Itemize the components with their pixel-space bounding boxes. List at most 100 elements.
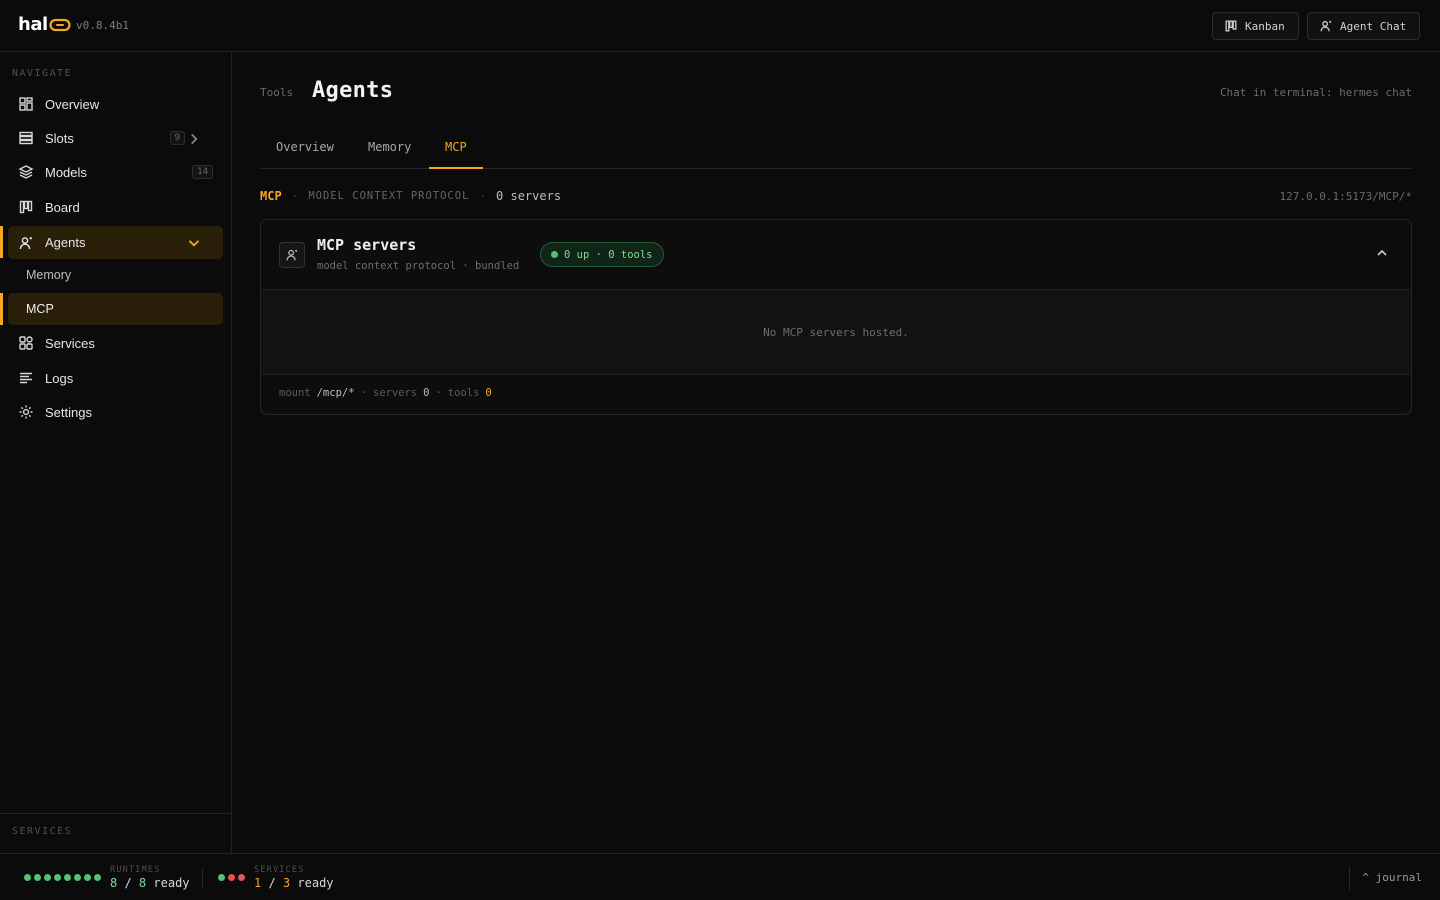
runtimes-label: RUNTIMES — [110, 865, 161, 875]
runtime-dot — [84, 874, 91, 881]
breadcrumb[interactable]: Tools — [260, 86, 293, 99]
sidebar-item-models[interactable]: Models 14 — [8, 156, 223, 188]
agent-icon — [19, 236, 32, 249]
runtimes-total: 8 — [138, 876, 147, 890]
tools-value: 0 — [485, 387, 492, 399]
runtime-dot — [34, 874, 41, 881]
sidebar-item-label: Services — [45, 335, 95, 351]
chevron-up-icon[interactable] — [1375, 246, 1389, 260]
status-dot-icon — [551, 251, 558, 258]
services-section-label: SERVICES — [12, 826, 73, 837]
sidebar-item-agents[interactable]: Agents — [8, 226, 223, 259]
separator: · — [435, 387, 442, 399]
active-indicator — [0, 293, 3, 325]
service-dot — [238, 874, 245, 881]
card-footer: mount /mcp/* · servers 0 · tools 0 — [279, 387, 492, 399]
gear-icon — [19, 405, 33, 419]
runtime-dot — [74, 874, 81, 881]
sidebar-item-label: Slots — [45, 130, 74, 146]
runtimes-ready: 8 — [110, 876, 118, 890]
status-text: 0 up · 0 tools — [564, 248, 653, 261]
sidebar-item-label: Agents — [45, 235, 86, 250]
sidebar-subitem-mcp[interactable]: MCP — [8, 293, 223, 325]
terminal-hint: Chat in terminal: hermes chat — [1219, 86, 1412, 99]
layers-icon — [18, 165, 34, 179]
empty-state: No MCP servers hosted. — [261, 289, 1411, 375]
kanban-icon — [19, 200, 33, 214]
mcp-server-count: 0 servers — [496, 189, 562, 203]
runtime-dot — [54, 874, 61, 881]
active-indicator — [0, 226, 3, 258]
kanban-button[interactable]: Kanban — [1212, 12, 1299, 40]
runtime-status-dots[interactable] — [24, 874, 101, 881]
kanban-label: Kanban — [1245, 19, 1285, 33]
logo-mark-icon — [49, 18, 71, 31]
tab-overview[interactable]: Overview — [260, 132, 350, 169]
sidebar-item-label: Board — [45, 199, 80, 215]
mcp-servers-card: MCP servers model context protocol · bun… — [260, 219, 1412, 415]
separator: · — [291, 189, 299, 203]
sidebar-subitem-label: MCP — [26, 302, 54, 316]
services-icon — [19, 336, 33, 350]
card-title: MCP servers — [317, 236, 417, 254]
status-badge: 0 up · 0 tools — [540, 242, 664, 267]
sidebar: NAVIGATE Overview Slots 9 Models 14 Boar… — [0, 52, 232, 853]
app-version: v0.8.4b1 — [76, 19, 129, 32]
logo[interactable]: hal — [18, 14, 71, 35]
sidebar-item-board[interactable]: Board — [8, 191, 223, 223]
tab-memory[interactable]: Memory — [352, 132, 427, 169]
services-suffix: ready — [297, 876, 334, 890]
main-content: Tools Agents Chat in terminal: hermes ch… — [232, 52, 1440, 853]
sidebar-subitem-memory[interactable]: Memory — [8, 259, 223, 291]
runtime-dot — [64, 874, 71, 881]
sidebar-item-slots[interactable]: Slots 9 — [8, 122, 223, 154]
tools-label: tools — [447, 387, 480, 399]
services-ready: 1 — [254, 876, 262, 890]
sidebar-item-services[interactable]: Services — [8, 327, 223, 359]
runtimes-status: 8 / 8 ready — [110, 876, 190, 890]
sidebar-item-label: Models — [45, 164, 87, 180]
status-divider — [1349, 866, 1350, 890]
agent-chat-button[interactable]: Agent Chat — [1307, 12, 1420, 40]
mcp-summary-line: MCP · MODEL CONTEXT PROTOCOL · 0 servers — [260, 189, 561, 203]
mount-value: /mcp/* — [316, 387, 355, 399]
page-title: Agents — [312, 78, 394, 103]
services-total: 3 — [282, 876, 291, 890]
card-icon — [279, 242, 305, 268]
agent-icon — [286, 249, 298, 261]
runtime-dot — [94, 874, 101, 881]
grid-icon — [19, 97, 33, 111]
logs-icon — [20, 372, 32, 384]
service-dot — [218, 874, 225, 881]
journal-toggle[interactable]: ^ journal — [1362, 871, 1422, 884]
separator: · — [479, 189, 487, 203]
slots-count-badge: 9 — [169, 131, 185, 145]
chevron-right-icon[interactable] — [186, 131, 202, 147]
sidebar-item-overview[interactable]: Overview — [8, 88, 223, 120]
mount-label: mount — [279, 387, 311, 399]
services-status: 1 / 3 ready — [254, 876, 334, 890]
stack-icon — [19, 131, 33, 145]
card-header: MCP servers model context protocol · bun… — [261, 220, 1411, 289]
sidebar-item-label: Settings — [45, 404, 92, 420]
runtime-dot — [24, 874, 31, 881]
tab-bar: Overview Memory MCP — [260, 132, 1412, 169]
services-label: SERVICES — [254, 865, 305, 875]
sidebar-item-label: Logs — [45, 370, 74, 386]
navigate-section-label: NAVIGATE — [12, 68, 73, 79]
sidebar-item-label: Overview — [45, 96, 100, 112]
agent-chat-label: Agent Chat — [1340, 19, 1407, 33]
separator: · — [360, 387, 367, 399]
kanban-icon — [1225, 20, 1237, 32]
sidebar-item-settings[interactable]: Settings — [8, 396, 223, 428]
runtime-dot — [44, 874, 51, 881]
agent-icon — [1320, 20, 1332, 32]
tab-mcp[interactable]: MCP — [429, 132, 483, 169]
sidebar-divider — [0, 813, 231, 814]
mcp-key: MCP — [260, 189, 282, 203]
service-status-dots[interactable] — [218, 874, 245, 881]
servers-label: servers — [372, 387, 418, 399]
chevron-down-icon[interactable] — [186, 235, 202, 251]
sidebar-item-logs[interactable]: Logs — [8, 362, 223, 394]
logo-text: hal — [18, 14, 48, 35]
